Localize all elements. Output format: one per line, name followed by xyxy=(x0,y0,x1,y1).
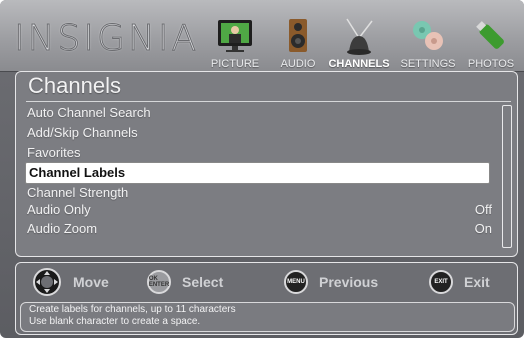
hint-previous-label: Previous xyxy=(319,274,379,290)
antenna-icon xyxy=(339,16,379,56)
menu-item-label: Favorites xyxy=(27,144,81,160)
menu-item-audio-only[interactable]: Audio Only Off xyxy=(27,199,492,219)
ok-button-icon: OK ENTER xyxy=(147,270,171,294)
hint-move-label: Move xyxy=(73,274,109,290)
menu-item-auto-channel-search[interactable]: Auto Channel Search xyxy=(27,102,492,122)
hint-exit: EXIT Exit xyxy=(429,267,490,297)
tab-settings-label: SETTINGS xyxy=(400,58,456,70)
gears-icon xyxy=(408,16,448,56)
menu-item-label: Add/Skip Channels xyxy=(27,124,138,140)
tab-audio-label: AUDIO xyxy=(280,58,316,70)
menu-item-favorites[interactable]: Favorites xyxy=(27,142,492,162)
hint-previous: MENU Previous xyxy=(284,267,378,297)
scrollbar[interactable] xyxy=(502,105,512,248)
hint-select: OK ENTER Select xyxy=(147,267,223,297)
tab-picture-label: PICTURE xyxy=(210,58,260,70)
menu-item-label: Auto Channel Search xyxy=(27,104,151,120)
menu-header: INSIGNIA PICTURE AUDIO CHANNELS SETTINGS… xyxy=(0,0,524,72)
menu-item-channel-labels[interactable]: Channel Labels xyxy=(29,165,125,180)
menu-tabs: PICTURE AUDIO CHANNELS SETTINGS PHOTOS xyxy=(204,6,522,70)
menu-item-value: Off xyxy=(474,201,492,217)
button-hint-bar: Move OK ENTER Select MENU Previous EXIT … xyxy=(15,262,518,335)
tab-channels[interactable]: CHANNELS xyxy=(326,6,392,70)
usb-drive-icon xyxy=(471,16,511,56)
menu-item-audio-zoom[interactable]: Audio Zoom On xyxy=(27,218,492,238)
help-text-box: Create labels for channels, up to 11 cha… xyxy=(20,302,515,332)
dpad-icon xyxy=(32,267,62,297)
tab-picture[interactable]: PICTURE xyxy=(204,6,266,70)
menu-item-add-skip-channels[interactable]: Add/Skip Channels xyxy=(27,122,492,142)
panel-title: Channels xyxy=(28,73,121,98)
exit-button-icon: EXIT xyxy=(429,270,453,294)
speaker-icon xyxy=(278,16,318,56)
tab-channels-label: CHANNELS xyxy=(328,58,390,70)
tab-settings[interactable]: SETTINGS xyxy=(396,6,460,70)
channels-panel: Channels Auto Channel Search Add/Skip Ch… xyxy=(15,71,518,257)
help-text-line-1: Create labels for channels, up to 11 cha… xyxy=(29,304,236,315)
menu-button-icon: MENU xyxy=(284,270,308,294)
menu-item-label: Audio Zoom xyxy=(27,220,98,236)
hint-exit-label: Exit xyxy=(464,274,490,290)
tab-audio[interactable]: AUDIO xyxy=(274,6,322,70)
tab-photos[interactable]: PHOTOS xyxy=(462,6,520,70)
hint-move: Move xyxy=(32,267,109,297)
menu-item-value: On xyxy=(474,220,492,236)
picture-tv-icon xyxy=(215,16,255,56)
brand-logo: INSIGNIA xyxy=(13,18,200,60)
menu-item-label: Channel Strength xyxy=(27,184,129,200)
hint-select-label: Select xyxy=(182,274,224,290)
help-text-line-2: Use blank character to create a space. xyxy=(29,316,201,327)
tv-menu-screen: INSIGNIA PICTURE AUDIO CHANNELS SETTINGS… xyxy=(0,0,524,338)
menu-item-label: Audio Only xyxy=(27,201,91,217)
tab-photos-label: PHOTOS xyxy=(467,58,515,70)
